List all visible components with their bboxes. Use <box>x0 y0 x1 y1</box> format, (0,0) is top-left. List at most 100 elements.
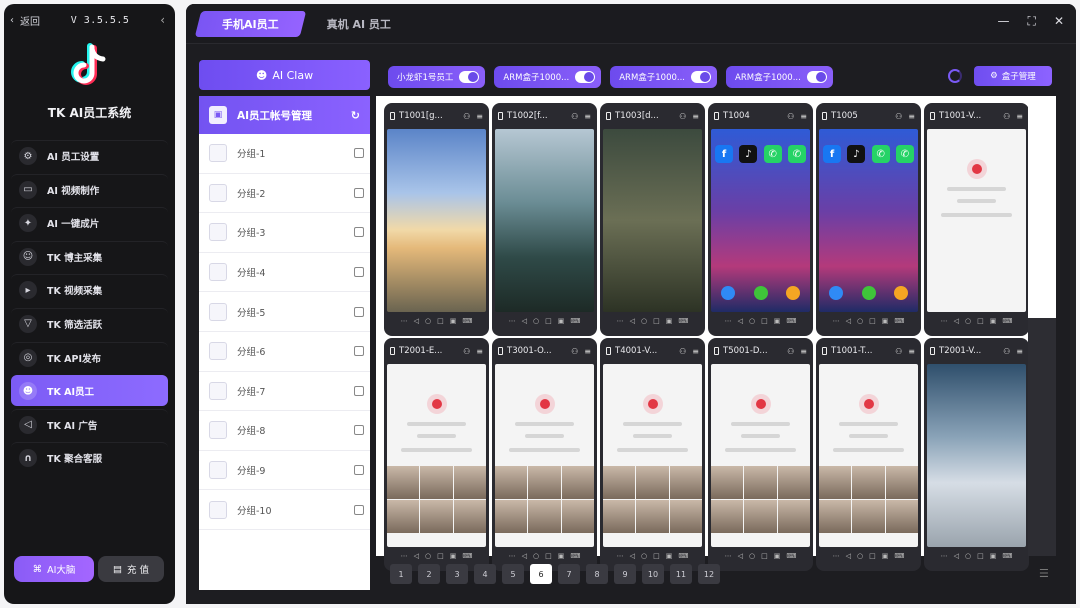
recents-nav-icon[interactable]: □ <box>653 552 660 560</box>
keyboard-icon[interactable]: ⌨ <box>462 552 472 560</box>
ai-brain-button[interactable]: ⌘ AI大脑 <box>14 556 94 582</box>
group-item[interactable]: 分组-5 <box>199 292 370 332</box>
user-settings-icon[interactable]: ⚇ <box>787 112 794 121</box>
device-card[interactable]: T2001-V... ⚇ ≡ ⋯ ◁ ○ □ ▣ ⌨ <box>924 338 1029 571</box>
menu-icon[interactable]: ≡ <box>476 347 483 356</box>
group-item[interactable]: 分组-2 <box>199 174 370 214</box>
keyboard-icon[interactable]: ⌨ <box>570 552 580 560</box>
home-nav-icon[interactable]: ○ <box>965 317 971 325</box>
home-nav-icon[interactable]: ○ <box>425 317 431 325</box>
recents-nav-icon[interactable]: □ <box>437 552 444 560</box>
camera-icon[interactable]: ▣ <box>882 552 889 560</box>
camera-icon[interactable]: ▣ <box>774 317 781 325</box>
camera-icon[interactable]: ▣ <box>558 317 565 325</box>
page-button[interactable]: 3 <box>446 564 468 584</box>
screenshot-icon[interactable] <box>354 148 364 159</box>
recharge-button[interactable]: ▤ 充 值 <box>98 556 164 582</box>
nav-item-tk-filter-active[interactable]: ▽ TK 筛选活跃 <box>11 307 168 339</box>
device-card[interactable]: T1001[g... ⚇ ≡ ⋯ ◁ ○ □ ▣ ⌨ <box>384 103 489 336</box>
keyboard-icon[interactable]: ⌨ <box>678 552 688 560</box>
toggle-switch[interactable] <box>806 71 827 83</box>
menu-icon[interactable]: ≡ <box>584 347 591 356</box>
device-screen[interactable] <box>603 364 702 547</box>
box-toggle-pill[interactable]: ARM盒子1000... <box>726 66 833 88</box>
toggle-switch[interactable] <box>575 71 596 83</box>
home-nav-icon[interactable]: ○ <box>749 552 755 560</box>
group-item[interactable]: 分组-1 <box>199 134 370 174</box>
menu-icon[interactable]: ≡ <box>1016 347 1023 356</box>
group-item[interactable]: 分组-3 <box>199 213 370 253</box>
page-button[interactable]: 6 <box>530 564 552 584</box>
more-icon[interactable]: ⋯ <box>833 552 840 560</box>
user-settings-icon[interactable]: ⚇ <box>463 112 470 121</box>
keyboard-icon[interactable]: ⌨ <box>1002 317 1012 325</box>
page-button[interactable]: 8 <box>586 564 608 584</box>
toggle-switch[interactable] <box>459 71 480 83</box>
menu-icon[interactable]: ≡ <box>908 347 915 356</box>
group-item[interactable]: 分组-10 <box>199 490 370 530</box>
group-checkbox[interactable] <box>209 302 227 321</box>
keyboard-icon[interactable]: ⌨ <box>786 552 796 560</box>
recents-nav-icon[interactable]: □ <box>761 552 768 560</box>
device-screen[interactable] <box>603 129 702 312</box>
scrollbar-thumb[interactable] <box>1028 318 1056 556</box>
page-button[interactable]: 10 <box>642 564 664 584</box>
user-settings-icon[interactable]: ⚇ <box>679 112 686 121</box>
camera-icon[interactable]: ▣ <box>990 317 997 325</box>
menu-icon[interactable]: ≡ <box>800 347 807 356</box>
group-checkbox[interactable] <box>209 183 227 202</box>
minimize-icon[interactable]: — <box>998 14 1010 29</box>
group-checkbox[interactable] <box>209 263 227 282</box>
recents-nav-icon[interactable]: □ <box>653 317 660 325</box>
recents-nav-icon[interactable]: □ <box>437 317 444 325</box>
more-icon[interactable]: ⋯ <box>725 317 732 325</box>
device-screen[interactable]: f ♪ ✆ ✆ <box>819 129 918 312</box>
menu-icon[interactable]: ≡ <box>692 347 699 356</box>
recents-nav-icon[interactable]: □ <box>977 552 984 560</box>
keyboard-icon[interactable]: ⌨ <box>894 552 904 560</box>
screenshot-icon[interactable] <box>354 385 364 396</box>
screenshot-icon[interactable] <box>354 346 364 357</box>
page-button[interactable]: 2 <box>418 564 440 584</box>
menu-icon[interactable]: ≡ <box>476 112 483 121</box>
camera-icon[interactable]: ▣ <box>558 552 565 560</box>
camera-icon[interactable]: ▣ <box>666 317 673 325</box>
group-checkbox[interactable] <box>209 223 227 242</box>
home-nav-icon[interactable]: ○ <box>641 552 647 560</box>
more-icon[interactable]: ⋯ <box>941 317 948 325</box>
group-item[interactable]: 分组-9 <box>199 451 370 491</box>
nav-item-ai-one-click[interactable]: ✦ AI 一键成片 <box>11 207 168 238</box>
screenshot-icon[interactable] <box>354 425 364 436</box>
nav-item-tk-api-publish[interactable]: ◎ TK API发布 <box>11 341 168 373</box>
user-settings-icon[interactable]: ⚇ <box>571 112 578 121</box>
more-icon[interactable]: ⋯ <box>833 317 840 325</box>
close-icon[interactable]: ✕ <box>1054 14 1064 29</box>
nav-item-tk-video-collect[interactable]: ▸ TK 视频采集 <box>11 274 168 305</box>
tab-real-device-ai-employee[interactable]: 真机 AI 员工 <box>303 11 415 37</box>
camera-icon[interactable]: ▣ <box>666 552 673 560</box>
home-nav-icon[interactable]: ○ <box>425 552 431 560</box>
screenshot-icon[interactable] <box>354 187 364 198</box>
camera-icon[interactable]: ▣ <box>774 552 781 560</box>
user-settings-icon[interactable]: ⚇ <box>787 347 794 356</box>
group-checkbox[interactable] <box>209 342 227 361</box>
more-icon[interactable]: ⋯ <box>401 552 408 560</box>
back-nav-icon[interactable]: ◁ <box>738 317 743 325</box>
back-nav-icon[interactable]: ◁ <box>738 552 743 560</box>
home-nav-icon[interactable]: ○ <box>857 552 863 560</box>
device-card[interactable]: T3001-O... ⚇ ≡ ⋯ ◁ ○ □ ▣ ⌨ <box>492 338 597 571</box>
screenshot-icon[interactable] <box>354 465 364 476</box>
more-icon[interactable]: ⋯ <box>617 552 624 560</box>
nav-item-tk-customer-service[interactable]: ∩ TK 聚合客服 <box>11 442 168 473</box>
menu-icon[interactable]: ≡ <box>800 112 807 121</box>
maximize-icon[interactable]: ⛶ <box>1028 14 1036 29</box>
user-settings-icon[interactable]: ⚇ <box>679 347 686 356</box>
box-management-button[interactable]: ⚙ 盒子管理 <box>974 66 1052 86</box>
device-grid-scrollbar[interactable] <box>1028 96 1056 556</box>
group-item[interactable]: 分组-4 <box>199 253 370 293</box>
collapse-chevron-icon[interactable]: ‹ <box>160 13 165 27</box>
back-nav-icon[interactable]: ◁ <box>630 317 635 325</box>
home-nav-icon[interactable]: ○ <box>533 552 539 560</box>
ai-claw-button[interactable]: ☻ AI Claw <box>199 60 370 90</box>
back-button[interactable]: ‹ 返回 <box>10 13 40 28</box>
